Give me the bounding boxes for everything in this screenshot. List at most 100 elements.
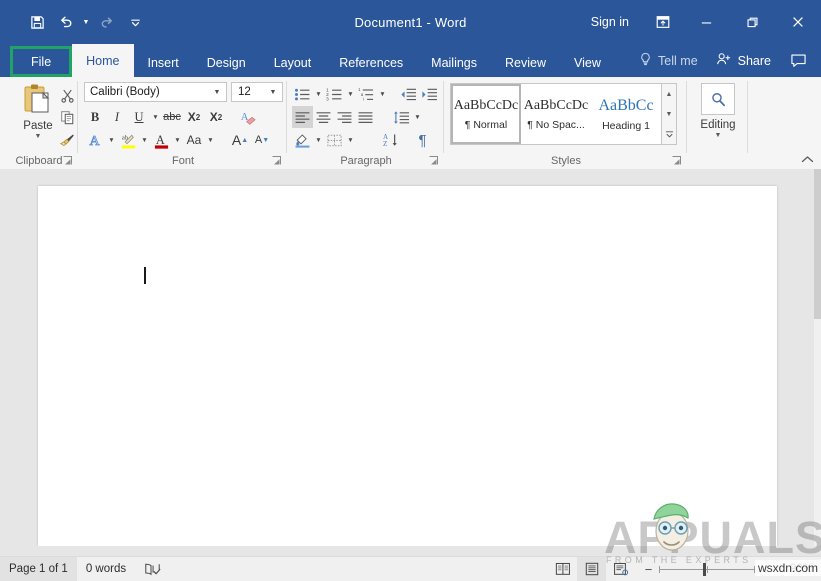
align-left-button[interactable]	[292, 106, 313, 128]
paste-button[interactable]: Paste ▼	[14, 83, 62, 147]
customize-quick-access-toolbar-icon[interactable]	[122, 10, 148, 34]
tab-file[interactable]: File	[10, 46, 73, 77]
document-canvas[interactable]	[0, 169, 821, 546]
styles-scroll-down-icon[interactable]: ▼	[662, 104, 676, 124]
increase-indent-button[interactable]	[419, 83, 440, 105]
zoom-out-button[interactable]: −	[643, 563, 654, 576]
styles-more-icon[interactable]	[662, 124, 676, 144]
numbering-caret-icon[interactable]: ▼	[345, 83, 356, 105]
paragraph-dialog-launcher[interactable]	[428, 155, 439, 166]
bold-button[interactable]: B	[84, 106, 106, 128]
editing-dropdown-caret[interactable]: ▼	[715, 132, 722, 139]
decrease-indent-button[interactable]	[398, 83, 419, 105]
font-name-caret-icon[interactable]: ▼	[210, 83, 224, 101]
proofing-icon[interactable]	[135, 557, 170, 581]
restore-icon[interactable]	[729, 0, 775, 44]
show-hide-marks-button[interactable]: ¶	[412, 129, 433, 151]
style-heading-1[interactable]: AaBbCc Heading 1	[591, 84, 661, 144]
bullets-caret-icon[interactable]: ▼	[313, 83, 324, 105]
text-effects-caret-icon[interactable]: ▼	[106, 129, 117, 151]
align-center-icon	[316, 111, 331, 123]
line-spacing-button[interactable]	[391, 106, 412, 128]
read-mode-button[interactable]	[548, 557, 577, 581]
save-icon[interactable]	[24, 10, 50, 34]
tab-references[interactable]: References	[325, 48, 417, 77]
comments-icon[interactable]	[781, 44, 815, 77]
tab-insert[interactable]: Insert	[134, 48, 193, 77]
collapse-ribbon-icon[interactable]	[801, 155, 814, 167]
styles-scroll-up-icon[interactable]: ▲	[662, 84, 676, 104]
italic-button[interactable]: I	[106, 106, 128, 128]
change-case-caret-icon[interactable]: ▼	[205, 129, 216, 151]
tab-mailings[interactable]: Mailings	[417, 48, 491, 77]
zoom-thumb[interactable]	[703, 562, 706, 576]
cut-button[interactable]	[56, 85, 78, 105]
sign-in-button[interactable]: Sign in	[577, 0, 643, 44]
paste-dropdown-caret[interactable]: ▼	[35, 133, 42, 140]
format-painter-button[interactable]	[56, 129, 78, 149]
shrink-font-button[interactable]: A ▼	[251, 129, 273, 151]
zoom-level[interactable]: 90%	[779, 563, 821, 575]
styles-dialog-launcher[interactable]	[671, 155, 682, 166]
share-button[interactable]: Share	[706, 44, 781, 77]
font-name-value: Calibri (Body)	[90, 86, 160, 98]
line-spacing-caret-icon[interactable]: ▼	[412, 106, 423, 128]
vertical-scrollbar[interactable]	[814, 169, 821, 546]
ribbon-display-options-icon[interactable]	[643, 0, 683, 44]
tab-home[interactable]: Home	[72, 44, 134, 77]
underline-button[interactable]: U	[128, 106, 150, 128]
subscript-button[interactable]: X2	[183, 106, 205, 128]
web-layout-button[interactable]	[606, 557, 635, 581]
text-effects-button[interactable]: A	[84, 129, 106, 151]
underline-caret-icon[interactable]: ▼	[150, 106, 161, 128]
text-highlight-caret-icon[interactable]: ▼	[139, 129, 150, 151]
zoom-in-button[interactable]: +	[760, 563, 771, 576]
tab-design[interactable]: Design	[193, 48, 260, 77]
font-color-button[interactable]: A	[150, 129, 172, 151]
tell-me-box[interactable]: Tell me	[631, 44, 706, 77]
document-page[interactable]	[38, 186, 777, 546]
font-name-combobox[interactable]: Calibri (Body) ▼	[84, 82, 227, 102]
clear-formatting-button[interactable]: A	[237, 106, 259, 128]
bullets-button[interactable]	[292, 83, 313, 105]
close-icon[interactable]	[775, 0, 821, 44]
text-highlight-color-button[interactable]: ab	[117, 129, 139, 151]
grow-font-button[interactable]: A ▲	[229, 129, 251, 151]
clipboard-dialog-launcher[interactable]	[62, 155, 73, 166]
multilevel-list-caret-icon[interactable]: ▼	[377, 83, 388, 105]
font-size-caret-icon[interactable]: ▼	[266, 83, 280, 101]
zoom-slider[interactable]: − +	[635, 557, 779, 581]
sort-button[interactable]: AZ	[380, 129, 401, 151]
tab-layout[interactable]: Layout	[260, 48, 326, 77]
word-count[interactable]: 0 words	[77, 557, 135, 581]
borders-caret-icon[interactable]: ▼	[345, 129, 356, 151]
tab-view[interactable]: View	[560, 48, 615, 77]
undo-dropdown-caret[interactable]: ▼	[80, 10, 92, 34]
align-right-button[interactable]	[334, 106, 355, 128]
print-layout-button[interactable]	[577, 557, 606, 581]
shading-caret-icon[interactable]: ▼	[313, 129, 324, 151]
zoom-track[interactable]	[659, 562, 755, 576]
style-no-spacing[interactable]: AaBbCcDc ¶ No Spac...	[521, 84, 591, 144]
vertical-scrollbar-thumb[interactable]	[814, 169, 821, 319]
change-case-button[interactable]: Aa	[183, 129, 205, 151]
tab-review[interactable]: Review	[491, 48, 560, 77]
style-normal[interactable]: AaBbCcDc ¶ Normal	[451, 84, 521, 144]
numbering-button[interactable]: 123	[324, 83, 345, 105]
window-right-controls: Sign in	[577, 0, 821, 44]
multilevel-list-button[interactable]: 1ai	[356, 83, 377, 105]
editing-button[interactable]: Editing ▼	[696, 83, 740, 149]
font-color-caret-icon[interactable]: ▼	[172, 129, 183, 151]
copy-button[interactable]	[56, 107, 78, 127]
center-button[interactable]	[313, 106, 334, 128]
shading-button[interactable]	[292, 129, 313, 151]
borders-button[interactable]	[324, 129, 345, 151]
superscript-button[interactable]: X2	[205, 106, 227, 128]
font-dialog-launcher[interactable]	[271, 155, 282, 166]
justify-button[interactable]	[355, 106, 376, 128]
font-size-combobox[interactable]: 12 ▼	[231, 82, 283, 102]
undo-icon[interactable]	[52, 10, 78, 34]
page-indicator[interactable]: Page 1 of 1	[0, 557, 77, 581]
strikethrough-button[interactable]: abc	[161, 106, 183, 128]
minimize-icon[interactable]	[683, 0, 729, 44]
